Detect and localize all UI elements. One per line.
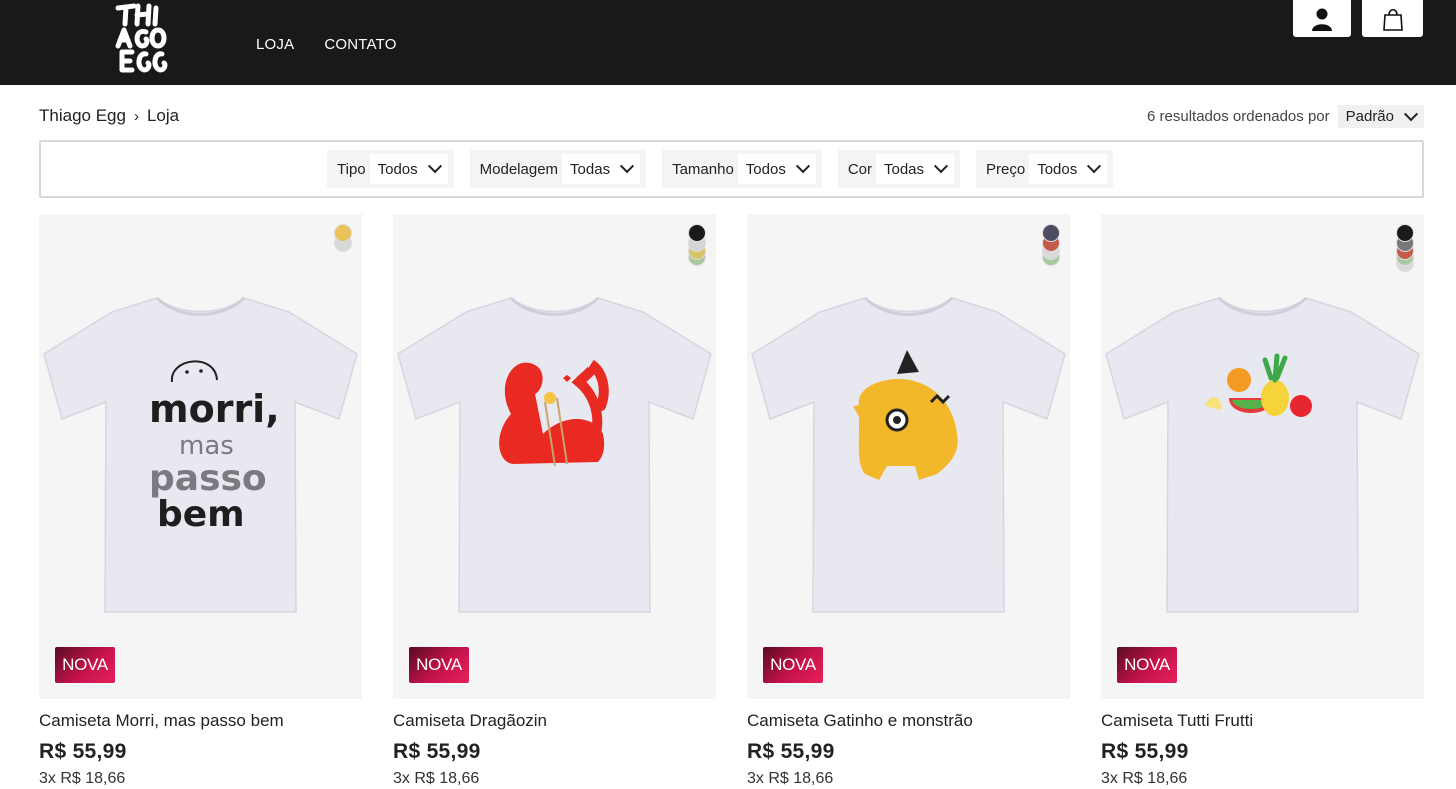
shopping-bag-icon [1382, 8, 1403, 31]
breadcrumb-home[interactable]: Thiago Egg [39, 106, 126, 126]
filter-cor[interactable]: Cor Todas [837, 150, 961, 188]
breadcrumb: Thiago Egg › Loja [39, 106, 179, 126]
filter-bar: Tipo Todos Modelagem Todas Tamanho Todos… [39, 140, 1424, 198]
breadcrumb-separator: › [133, 107, 139, 125]
tshirt-image [397, 296, 712, 613]
shirt-art-text: morri, [149, 387, 280, 431]
shirt-art-text: bem [157, 494, 245, 535]
account-button[interactable] [1293, 0, 1351, 37]
cart-button[interactable] [1362, 0, 1423, 37]
product-image[interactable]: NOVA [747, 214, 1070, 699]
nav-contato[interactable]: CONTATO [324, 36, 396, 53]
shirt-art-text: mas [179, 431, 234, 461]
chevron-down-icon [795, 159, 810, 174]
new-badge: NOVA [409, 647, 469, 683]
product-image[interactable]: NOVA [393, 214, 716, 699]
color-swatch[interactable] [688, 224, 706, 242]
product-name[interactable]: Camiseta Gatinho e monstrão [747, 711, 1070, 731]
filter-value: Todas [884, 160, 925, 178]
product-installments: 3x R$ 18,66 [39, 770, 126, 787]
chevron-down-icon [1403, 106, 1419, 121]
filter-value-box: Todos [1029, 154, 1108, 184]
product-price: R$ 55,99 [393, 740, 481, 763]
filter-tamanho[interactable]: Tamanho Todos [662, 150, 822, 188]
nav-loja[interactable]: LOJA [256, 36, 294, 53]
tshirt-image: morri, mas passo bem [43, 296, 358, 613]
chevron-down-icon [427, 159, 442, 174]
chevron-down-icon [933, 159, 949, 174]
filter-label: Tipo [337, 160, 366, 178]
product-installments: 3x R$ 18,66 [393, 770, 480, 787]
product-price: R$ 55,99 [1101, 740, 1189, 763]
color-swatches [334, 224, 352, 268]
product-image[interactable]: NOVA [1101, 214, 1424, 699]
product-image[interactable]: morri, mas passo bem NOVA [39, 214, 362, 699]
color-swatches [688, 224, 706, 268]
product-name[interactable]: Camiseta Tutti Frutti [1101, 711, 1424, 731]
filter-tipo[interactable]: Tipo Todos [327, 150, 454, 188]
product-installments: 3x R$ 18,66 [747, 770, 834, 787]
product-price: R$ 55,99 [39, 740, 127, 763]
filter-label: Cor [847, 160, 872, 178]
filter-preco[interactable]: Preço Todos [976, 150, 1114, 188]
logo[interactable] [112, 0, 172, 78]
new-badge: NOVA [763, 647, 823, 683]
filter-value: Todos [1037, 160, 1078, 178]
color-swatch[interactable] [334, 224, 352, 242]
color-swatch[interactable] [1396, 224, 1414, 242]
results-count: 6 resultados ordenados por [1147, 108, 1330, 125]
color-swatches [1396, 224, 1414, 272]
product-card[interactable]: morri, mas passo bem NOVA Camiseta Morri… [39, 214, 362, 788]
product-card[interactable]: NOVA Camiseta Dragãozin R$ 55,99 3x R$ 1… [393, 214, 716, 788]
new-badge: NOVA [55, 647, 115, 683]
chevron-down-icon [1087, 159, 1102, 174]
filter-modelagem[interactable]: Modelagem Todas [469, 150, 647, 188]
sort-selected: Padrão [1345, 108, 1394, 125]
color-swatches [1042, 224, 1060, 268]
filter-label: Preço [986, 160, 1026, 178]
filter-value: Todas [570, 160, 611, 178]
user-icon [1312, 8, 1332, 31]
main-nav: LOJA CONTATO [256, 36, 397, 53]
shirt-art-text: passo [149, 458, 267, 499]
filter-value-box: Todos [737, 154, 816, 184]
product-card[interactable]: NOVA Camiseta Gatinho e monstrão R$ 55,9… [747, 214, 1070, 788]
breadcrumb-current: Loja [146, 106, 180, 125]
product-card[interactable]: NOVA Camiseta Tutti Frutti R$ 55,99 3x R… [1101, 214, 1424, 788]
product-grid: morri, mas passo bem NOVA Camiseta Morri… [39, 214, 1424, 788]
tshirt-image [1105, 296, 1420, 613]
new-badge: NOVA [1117, 647, 1177, 683]
color-swatch[interactable] [1042, 224, 1060, 242]
product-name[interactable]: Camiseta Morri, mas passo bem [39, 711, 362, 731]
product-name[interactable]: Camiseta Dragãozin [393, 711, 716, 731]
filter-label: Tamanho [672, 160, 734, 178]
tshirt-image [751, 296, 1066, 613]
filter-value: Todos [745, 160, 786, 178]
top-bar: LOJA CONTATO [0, 0, 1456, 85]
filter-value-box: Todas [562, 154, 641, 184]
chevron-down-icon [620, 159, 635, 174]
filter-value-box: Todas [876, 154, 955, 184]
product-price: R$ 55,99 [747, 740, 835, 763]
sort-select[interactable]: Padrão [1337, 105, 1424, 128]
filter-label: Modelagem [479, 160, 559, 178]
sort-row: 6 resultados ordenados por Padrão [1147, 105, 1424, 128]
product-installments: 3x R$ 18,66 [1101, 770, 1188, 787]
filter-value-box: Todos [369, 154, 448, 184]
filter-value: Todos [377, 160, 418, 178]
